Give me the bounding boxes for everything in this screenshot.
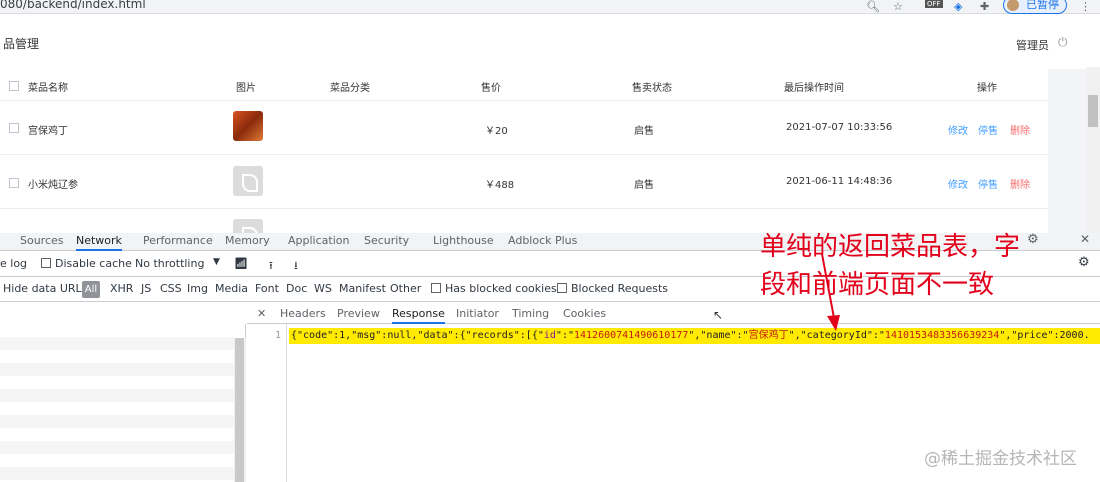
annotation-text: 单纯的返回菜品表，字 段和前端页面不一致 [760, 228, 1100, 304]
annotation-line-1: 单纯的返回菜品表，字 [760, 232, 1021, 262]
watermark: @稀土掘金技术社区 [924, 449, 1077, 469]
annotation-line-2: 段和前端页面不一致 [760, 270, 995, 300]
